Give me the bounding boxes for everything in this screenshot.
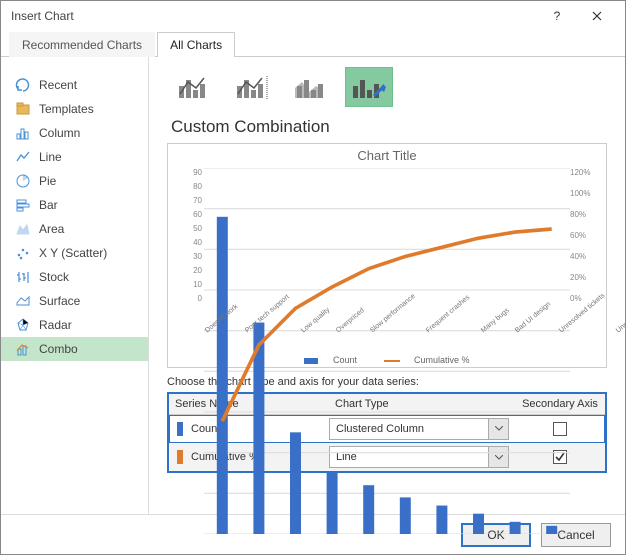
titlebar: Insert Chart ?: [1, 1, 625, 31]
combo-subtype-custom[interactable]: [345, 67, 393, 107]
close-button[interactable]: [577, 1, 617, 31]
series-swatch: [177, 422, 183, 436]
combo-icon: [15, 341, 31, 357]
subtype-thumbnails: [167, 67, 607, 107]
line-icon: [15, 149, 31, 165]
recent-icon: [15, 77, 31, 93]
help-button[interactable]: ?: [537, 1, 577, 31]
series-swatch: [177, 450, 183, 464]
dialog-insert-chart: Insert Chart ? Recommended Charts All Ch…: [0, 0, 626, 555]
column-icon: [15, 125, 31, 141]
scatter-icon: [15, 245, 31, 261]
combo-subtype-1[interactable]: [171, 67, 219, 107]
stock-icon: [15, 269, 31, 285]
sidebar-label: Stock: [39, 270, 69, 284]
main-panel: Custom Combination Chart Title 90 80 70 …: [149, 57, 625, 514]
sidebar-label: Bar: [39, 198, 58, 212]
sidebar-item-radar[interactable]: Radar: [1, 313, 148, 337]
chart-legend: Count Cumulative %: [168, 355, 606, 365]
dialog-body: Recent Templates Column Line Pie Bar: [1, 57, 625, 514]
sidebar-item-stock[interactable]: Stock: [1, 265, 148, 289]
sidebar-item-recent[interactable]: Recent: [1, 73, 148, 97]
primary-y-axis: 90 80 70 60 50 40 30 20 10 0: [178, 168, 202, 303]
sidebar-item-area[interactable]: Area: [1, 217, 148, 241]
x-axis-labels: Doesn't workPoor tech supportLow quality…: [204, 303, 570, 349]
templates-icon: [15, 101, 31, 117]
sidebar-item-combo[interactable]: Combo: [1, 337, 148, 361]
sidebar-label: Surface: [39, 294, 80, 308]
tab-all-charts[interactable]: All Charts: [157, 32, 235, 57]
sidebar-item-bar[interactable]: Bar: [1, 193, 148, 217]
radar-icon: [15, 317, 31, 333]
sidebar-item-surface[interactable]: Surface: [1, 289, 148, 313]
sidebar-item-pie[interactable]: Pie: [1, 169, 148, 193]
sidebar-item-scatter[interactable]: X Y (Scatter): [1, 241, 148, 265]
tab-recommended[interactable]: Recommended Charts: [9, 32, 155, 57]
sidebar-label: Templates: [39, 102, 94, 116]
combo-subtype-3[interactable]: [287, 67, 335, 107]
sidebar-label: Line: [39, 150, 62, 164]
subtype-title: Custom Combination: [171, 117, 607, 137]
sidebar-label: Combo: [39, 342, 78, 356]
area-icon: [15, 221, 31, 237]
sidebar-item-column[interactable]: Column: [1, 121, 148, 145]
bar-icon: [15, 197, 31, 213]
sidebar-label: Pie: [39, 174, 56, 188]
sidebar-label: Column: [39, 126, 80, 140]
preview-chart-title: Chart Title: [168, 144, 606, 163]
window-title: Insert Chart: [11, 9, 537, 23]
sidebar-label: Recent: [39, 78, 77, 92]
sidebar-label: Radar: [39, 318, 72, 332]
chart-preview: Chart Title 90 80 70 60 50 40 30 20 10 0…: [167, 143, 607, 368]
sidebar-item-line[interactable]: Line: [1, 145, 148, 169]
chart-type-sidebar: Recent Templates Column Line Pie Bar: [1, 57, 149, 514]
sidebar-label: Area: [39, 222, 64, 236]
tab-strip: Recommended Charts All Charts: [1, 31, 625, 57]
sidebar-label: X Y (Scatter): [39, 246, 107, 260]
x-axis-label: Unresponsiveness: [615, 292, 626, 364]
pie-icon: [15, 173, 31, 189]
secondary-y-axis: 120% 100% 80% 60% 40% 20% 0%: [570, 168, 600, 303]
combo-subtype-2[interactable]: [229, 67, 277, 107]
surface-icon: [15, 293, 31, 309]
sidebar-item-templates[interactable]: Templates: [1, 97, 148, 121]
